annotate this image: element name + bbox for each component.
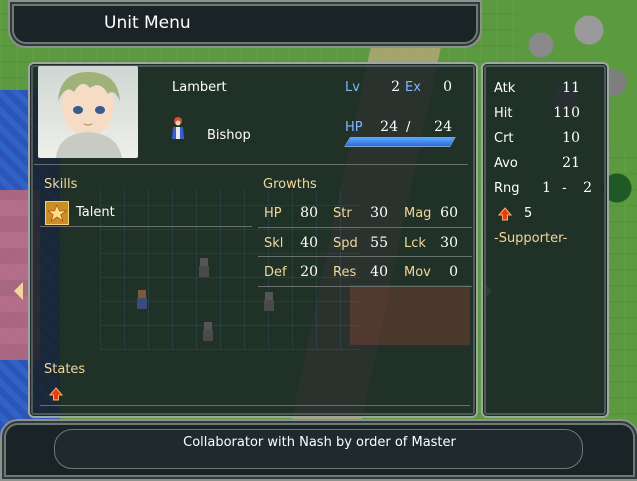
growth-label-res: Res [333,265,357,280]
soldier-sprite [196,256,212,278]
states-heading: States [44,362,86,377]
buff-value: 5 [524,206,533,221]
growths-heading: Growths [263,177,317,192]
soldier-sprite [261,290,277,312]
title-bar: Unit Menu [8,0,482,48]
growth-value-mag: 60 [440,205,458,221]
states-divider [40,405,470,406]
hp-bar [344,137,456,147]
battle-grid-overlay [100,190,360,350]
skills-heading: Skills [44,177,78,192]
lv-label: Lv [345,80,360,95]
rng-max: 2 [583,180,592,196]
growth-label-skl: Skl [264,236,284,251]
growth-value-res: 40 [370,264,388,280]
lv-value: 2 [391,79,400,95]
crt-value: 10 [562,130,580,146]
growth-label-mag: Mag [404,206,432,221]
growth-label-mov: Mov [404,265,431,280]
growth-value-mov: 0 [449,264,458,280]
unit-role: -Supporter- [494,231,568,246]
growth-label-spd: Spd [333,236,358,251]
hit-label: Hit [494,106,513,121]
growth-row-divider [258,286,472,287]
hit-value: 110 [553,105,580,121]
soldier-sprite [200,320,216,342]
growth-value-skl: 40 [300,235,318,251]
bishop-class-icon [170,116,186,139]
growth-row-divider [258,227,472,228]
description-bar: Collaborator with Nash by order of Maste… [0,419,637,481]
hp-separator: / [406,120,411,135]
skill-name[interactable]: Talent [76,205,115,220]
talent-star-icon[interactable] [45,201,69,225]
skills-divider [40,226,252,227]
growth-value-str: 30 [370,205,388,221]
growth-label-lck: Lck [404,236,426,251]
crt-label: Crt [494,131,514,146]
top-divider [34,164,468,165]
growth-value-lck: 30 [440,235,458,251]
rng-separator: - [562,181,567,196]
unit-name: Lambert [172,80,227,95]
unit-portrait [38,66,138,158]
growth-value-hp: 80 [300,205,318,221]
hp-current: 24 [380,119,398,135]
unit-description: Collaborator with Nash by order of Maste… [183,435,456,450]
growth-value-def: 20 [300,264,318,280]
growth-label-str: Str [333,206,352,221]
avo-value: 21 [562,155,580,171]
growth-label-hp: HP [264,206,282,221]
ex-value: 0 [443,79,452,95]
growth-row-divider [258,256,472,257]
hp-label: HP [345,120,363,135]
avo-label: Avo [494,156,518,171]
page-title: Unit Menu [104,13,191,33]
hp-max: 24 [434,119,452,135]
red-up-arrow-icon [48,386,64,401]
atk-value: 11 [562,80,580,96]
buff-up-arrow-icon [497,206,513,221]
page-left-arrow-icon[interactable] [14,282,23,300]
rng-label: Rng [494,181,520,196]
rng-min: 1 [542,180,551,196]
atk-label: Atk [494,81,516,96]
unit-class: Bishop [207,128,251,143]
soldier-sprite [134,288,150,310]
ex-label: Ex [405,80,421,95]
growth-value-spd: 55 [370,235,388,251]
hp-bar-fill [345,138,455,146]
growth-label-def: Def [264,265,287,280]
danger-zone-overlay [350,285,470,345]
